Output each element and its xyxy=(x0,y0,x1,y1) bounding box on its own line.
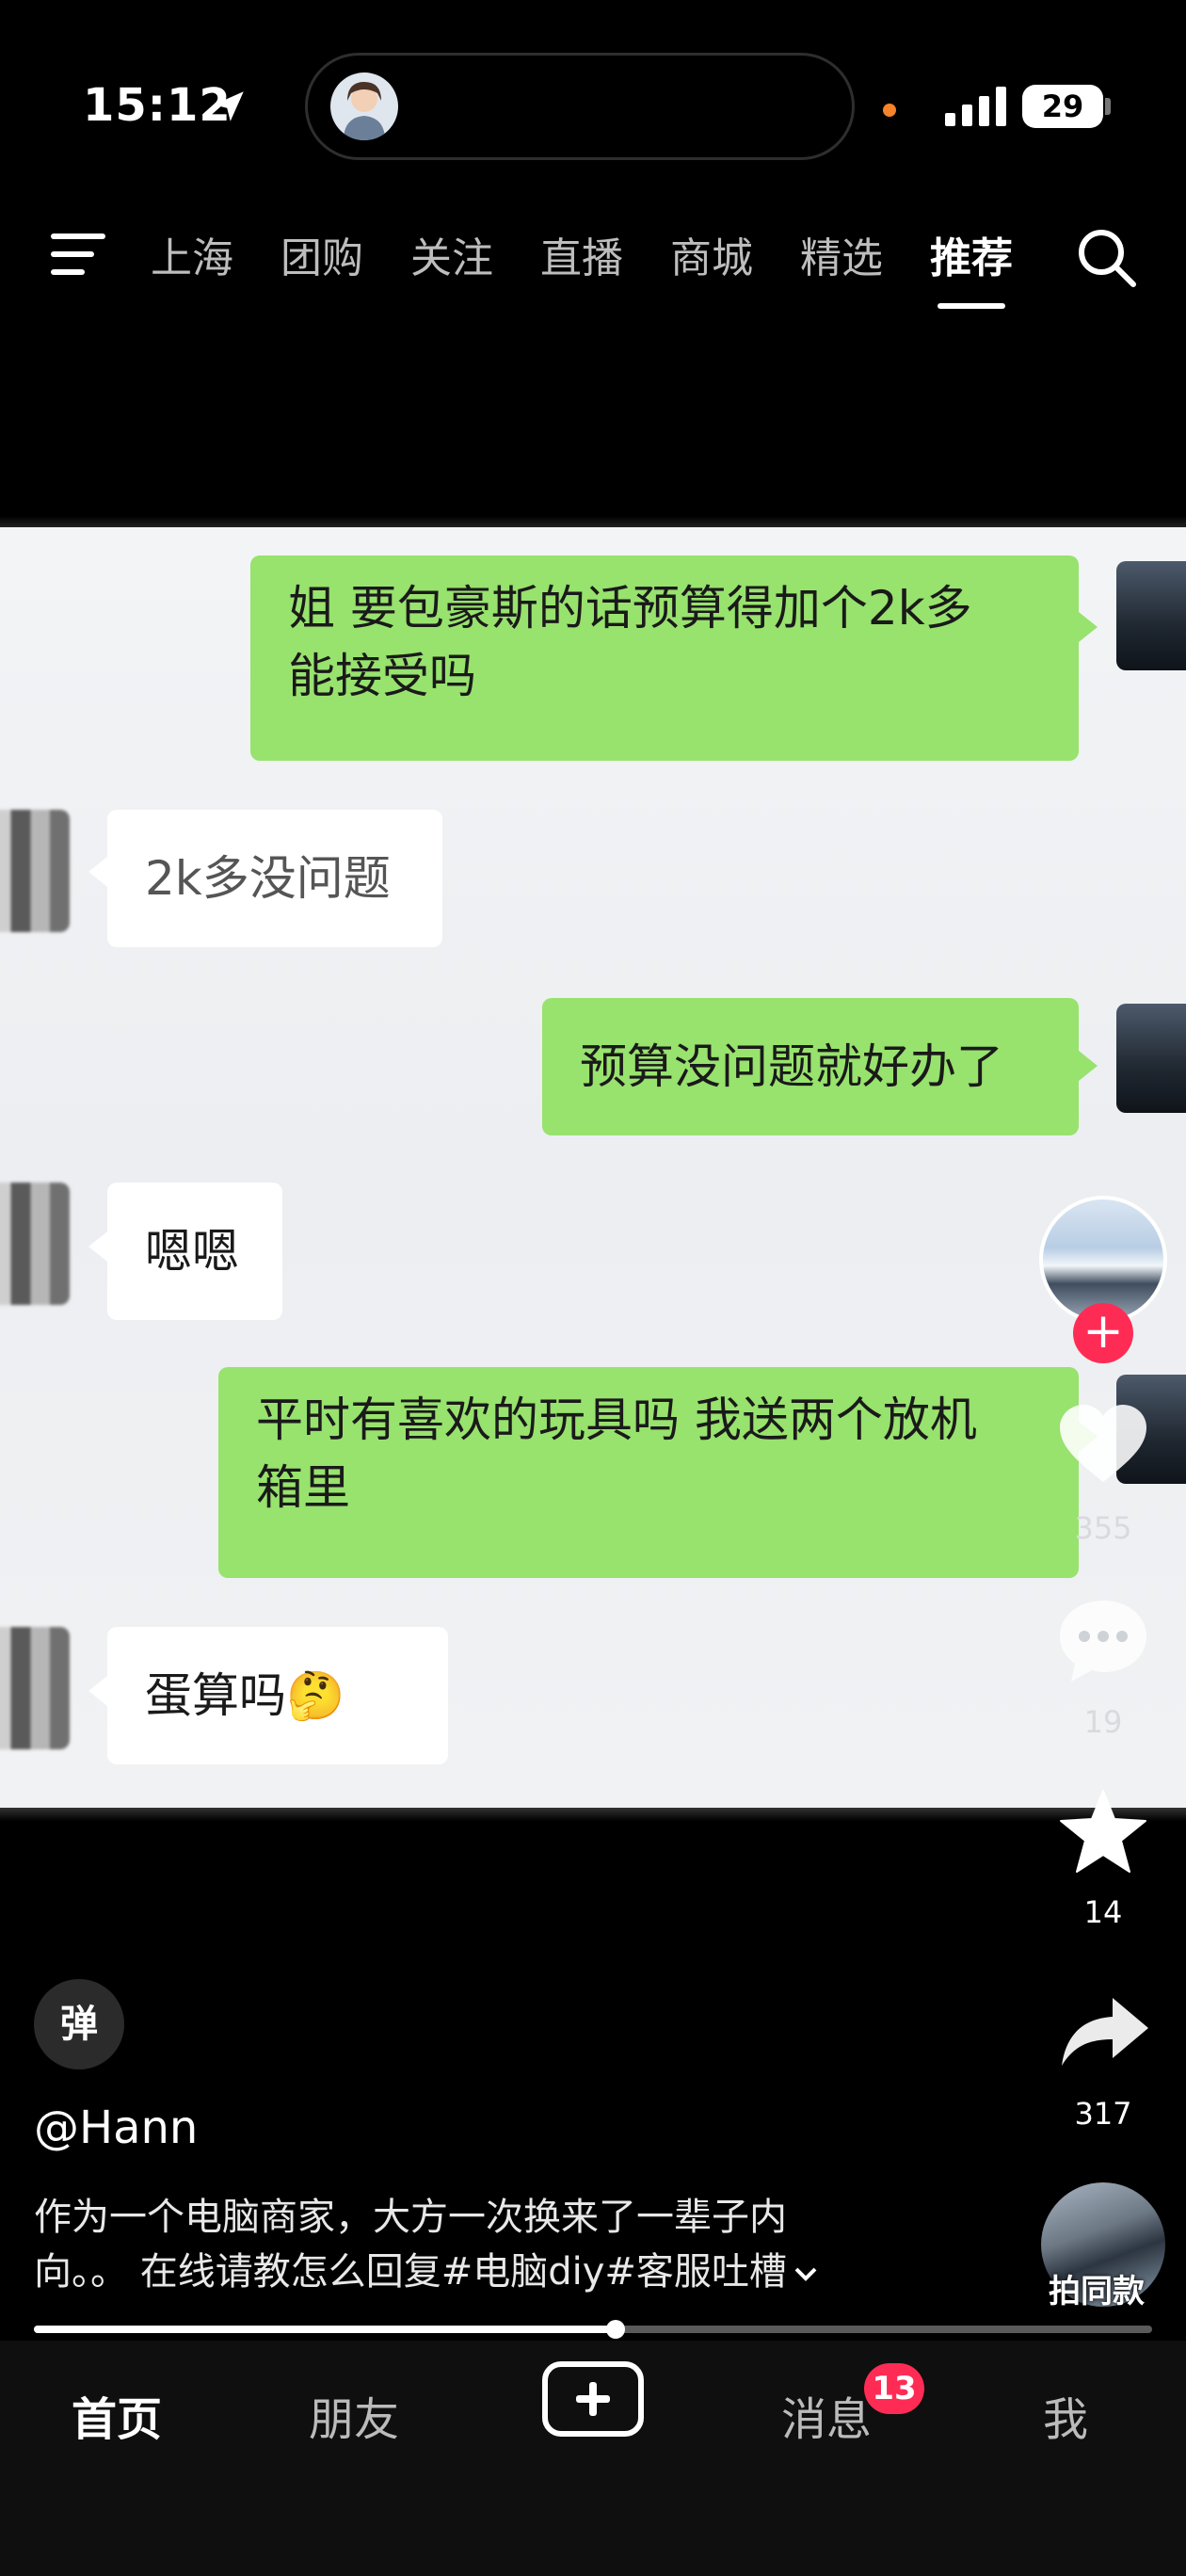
progress-knob[interactable] xyxy=(605,2320,625,2339)
chat-bubble-sent: 预算没问题就好办了 xyxy=(542,998,1079,1135)
message-line: 能接受吗 xyxy=(288,649,476,703)
tab-mall[interactable]: 商城 xyxy=(670,224,753,284)
tab-recommended[interactable]: 推荐 xyxy=(930,224,1013,284)
active-tab-indicator xyxy=(938,303,1005,309)
chat-bubble-sent: 姐 要包豪斯的话预算得加个2k多 能接受吗 xyxy=(250,555,1079,761)
signal-icon xyxy=(945,87,1006,126)
bubble-tail xyxy=(1079,1051,1098,1081)
caption-line-text: 向。。 在线请教怎么回复#电脑diy#客服吐槽 xyxy=(34,2250,787,2294)
message-line: 姐 要包豪斯的话预算得加个2k多 xyxy=(288,581,972,636)
battery-indicator: 29 xyxy=(1022,85,1103,128)
message-line: 蛋算吗🤔 xyxy=(145,1668,345,1723)
privacy-indicator xyxy=(883,104,896,117)
message-line: 嗯嗯 xyxy=(145,1224,239,1279)
dynamic-island[interactable] xyxy=(305,53,855,160)
tab-following[interactable]: 关注 xyxy=(410,224,493,284)
heart-icon[interactable] xyxy=(1058,1403,1148,1484)
tab-home[interactable]: 首页 xyxy=(72,2382,162,2448)
message-line: 箱里 xyxy=(256,1460,350,1515)
message-line: 预算没问题就好办了 xyxy=(580,1039,1003,1094)
like-count: 355 xyxy=(1074,1510,1132,1546)
comment-count: 19 xyxy=(1083,1704,1123,1740)
caption-line: 作为一个电脑商家，大方一次换来了一辈子内 xyxy=(34,2196,787,2239)
tab-shanghai[interactable]: 上海 xyxy=(151,224,233,284)
tab-friends[interactable]: 朋友 xyxy=(309,2382,399,2448)
message-line: 2k多没问题 xyxy=(145,851,391,906)
progress-fill xyxy=(34,2326,616,2333)
chat-bubble-sent: 平时有喜欢的玩具吗 我送两个放机 箱里 xyxy=(218,1367,1079,1578)
bubble-tail xyxy=(88,1676,107,1706)
chat-bubble-received: 嗯嗯 xyxy=(107,1183,282,1320)
avatar-other xyxy=(0,1627,70,1749)
favorite-count: 14 xyxy=(1083,1894,1123,1930)
tab-featured[interactable]: 精选 xyxy=(800,224,883,284)
follow-button[interactable]: + xyxy=(1073,1303,1133,1363)
chat-bubble-received: 蛋算吗🤔 xyxy=(107,1627,448,1764)
danmaku-button[interactable]: 弹 xyxy=(34,1979,124,2069)
battery-cap xyxy=(1105,98,1111,115)
video-player[interactable]: 姐 要包豪斯的话预算得加个2k多 能接受吗 2k多没问题 预算没问题就好办了 嗯… xyxy=(0,527,1186,1811)
avatar-other xyxy=(0,810,70,932)
tab-me[interactable]: 我 xyxy=(1043,2382,1088,2448)
avatar-other xyxy=(0,1183,70,1305)
tab-live[interactable]: 直播 xyxy=(540,224,623,284)
location-arrow-icon xyxy=(214,91,244,121)
share-icon[interactable] xyxy=(1060,1996,1150,2068)
share-count: 317 xyxy=(1074,2096,1132,2132)
avatar-self xyxy=(1116,561,1186,670)
creator-username[interactable]: @Hann xyxy=(34,2101,198,2154)
island-avatar xyxy=(330,72,398,140)
star-icon[interactable] xyxy=(1058,1789,1148,1876)
create-button[interactable] xyxy=(542,2361,644,2437)
video-caption[interactable]: 作为一个电脑商家，大方一次换来了一辈子内 向。。 在线请教怎么回复#电脑diy#… xyxy=(34,2190,909,2299)
bubble-tail xyxy=(88,1232,107,1262)
bubble-tail xyxy=(88,857,107,887)
comment-icon[interactable] xyxy=(1056,1597,1150,1685)
caption-line: 向。。 在线请教怎么回复#电脑diy#客服吐槽 xyxy=(34,2245,909,2299)
video-edge-bottom xyxy=(0,1808,1186,1821)
message-line: 平时有喜欢的玩具吗 我送两个放机 xyxy=(256,1393,977,1447)
same-style-label[interactable]: 拍同款 xyxy=(1049,2265,1145,2311)
menu-icon[interactable] xyxy=(49,230,107,279)
tab-messages[interactable]: 消息 xyxy=(781,2382,872,2448)
messages-badge: 13 xyxy=(864,2363,924,2414)
plus-icon xyxy=(576,2382,610,2416)
bubble-tail xyxy=(1079,612,1098,642)
chat-bubble-received: 2k多没问题 xyxy=(107,810,442,947)
search-icon[interactable] xyxy=(1075,226,1137,288)
expand-chevron-icon[interactable] xyxy=(793,2245,819,2281)
tab-group-buy[interactable]: 团购 xyxy=(280,224,363,284)
avatar-self xyxy=(1116,1004,1186,1113)
